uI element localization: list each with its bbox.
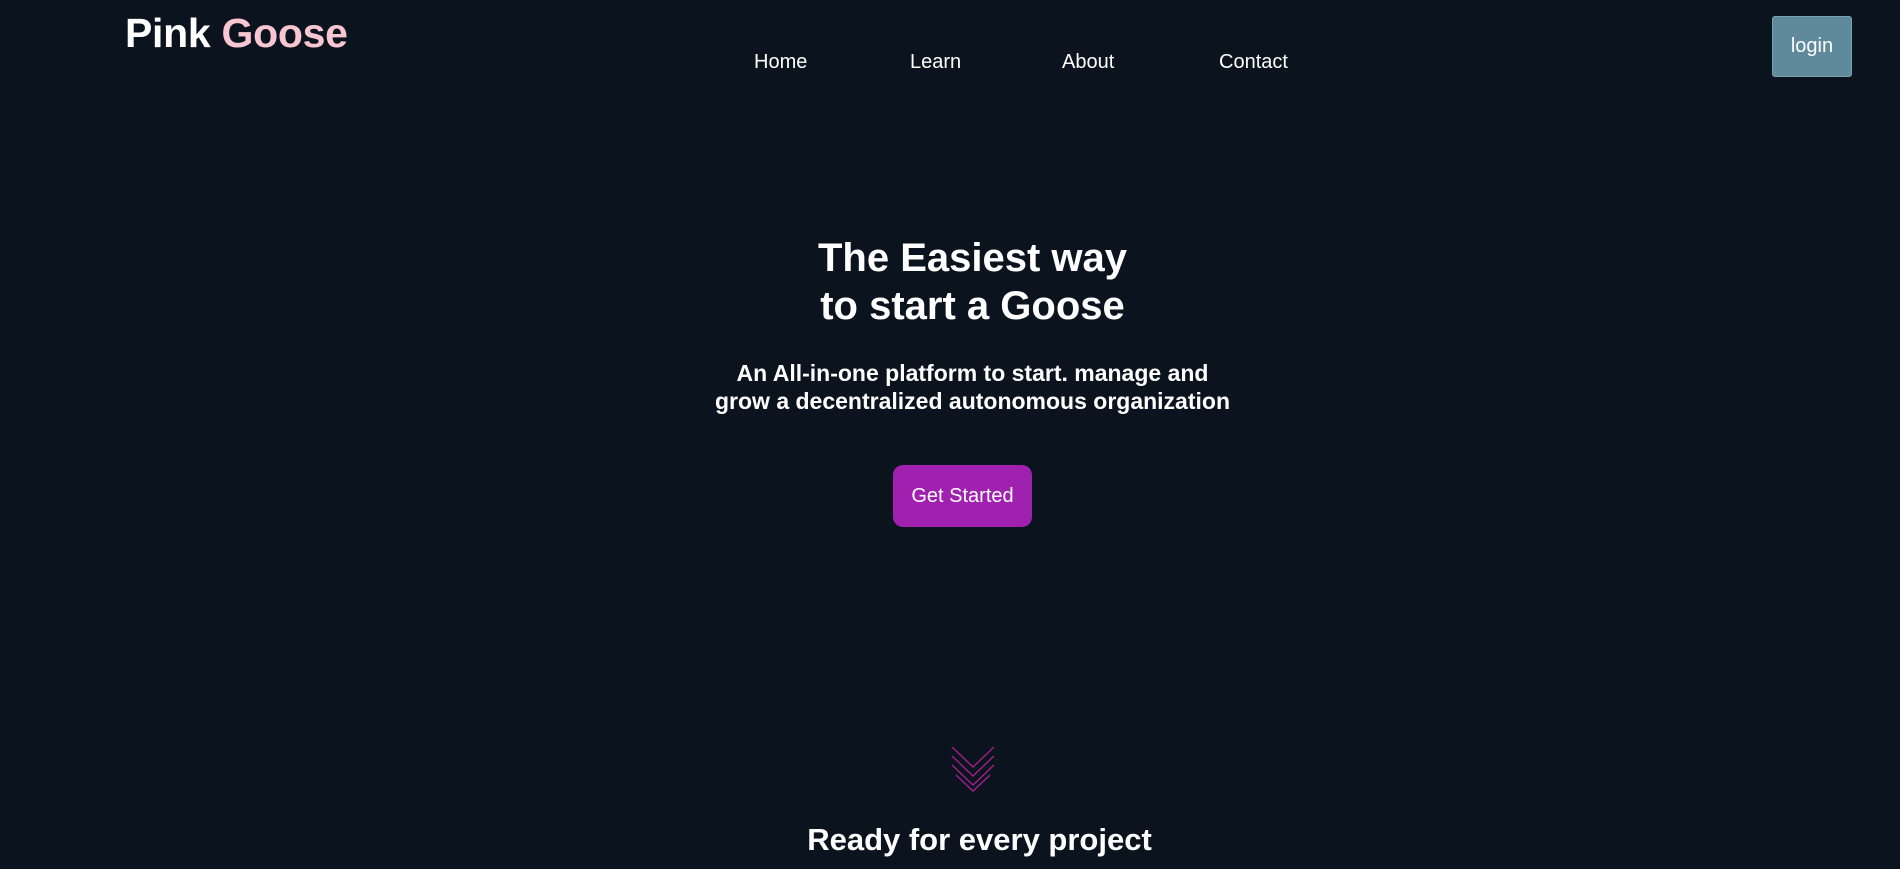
hero-subtitle-line-1: An All-in-one platform to start. manage … (736, 360, 1209, 386)
nav-item-contact[interactable]: Contact (1219, 48, 1288, 76)
nav-item-learn[interactable]: Learn (910, 48, 961, 76)
hero-title: The Easiest way to start a Goose (0, 234, 1900, 330)
nav-item-about[interactable]: About (1062, 48, 1114, 76)
login-button[interactable]: login (1772, 16, 1852, 77)
main-nav: Home Learn About Contact (0, 48, 1900, 78)
hero-title-line-2: to start a Goose (820, 284, 1125, 328)
hero-subtitle: An All-in-one platform to start. manage … (0, 359, 1900, 415)
nav-item-home[interactable]: Home (754, 48, 807, 76)
get-started-button[interactable]: Get Started (893, 465, 1032, 527)
hero-title-line-1: The Easiest way (817, 236, 1128, 280)
hero-subtitle-line-2: grow a decentralized autonomous organiza… (715, 388, 1230, 414)
section-title: Ready for every project (807, 822, 1152, 857)
chevron-down-icon[interactable] (950, 745, 996, 795)
